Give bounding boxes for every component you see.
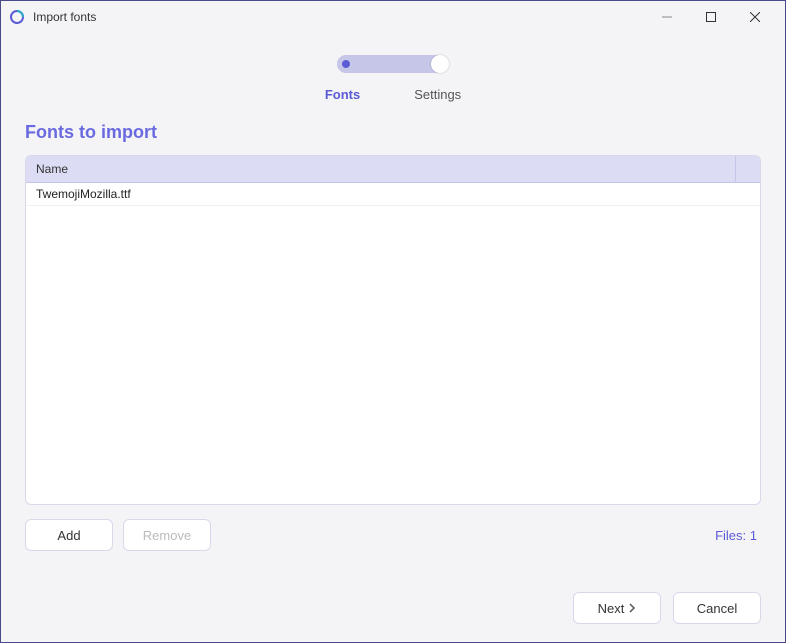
toggle-active-indicator [342, 60, 350, 68]
chevron-right-icon [628, 601, 636, 616]
next-label: Next [598, 601, 625, 616]
tab-settings[interactable]: Settings [414, 87, 461, 102]
remove-button[interactable]: Remove [123, 519, 211, 551]
actions-row: Add Remove Files: 1 [1, 505, 785, 551]
next-button[interactable]: Next [573, 592, 661, 624]
table-body: TwemojiMozilla.ttf [26, 183, 760, 504]
titlebar: Import fonts [1, 1, 785, 33]
window-controls [645, 3, 777, 31]
table-header-name[interactable]: Name [26, 156, 760, 183]
cancel-button[interactable]: Cancel [673, 592, 761, 624]
tab-labels: Fonts Settings [325, 87, 461, 102]
footer-buttons: Next Cancel [573, 592, 761, 624]
fonts-table: Name TwemojiMozilla.ttf [25, 155, 761, 505]
toggle-knob [431, 55, 449, 73]
table-row[interactable]: TwemojiMozilla.ttf [26, 183, 760, 206]
close-button[interactable] [733, 3, 777, 31]
files-count: Files: 1 [715, 528, 761, 543]
add-button[interactable]: Add [25, 519, 113, 551]
app-icon [9, 9, 25, 25]
minimize-button[interactable] [645, 3, 689, 31]
tab-toggle[interactable] [337, 55, 449, 73]
tab-fonts[interactable]: Fonts [325, 87, 360, 102]
maximize-button[interactable] [689, 3, 733, 31]
window-title: Import fonts [33, 10, 645, 24]
tab-area: Fonts Settings [1, 33, 785, 112]
section-title: Fonts to import [1, 112, 785, 155]
